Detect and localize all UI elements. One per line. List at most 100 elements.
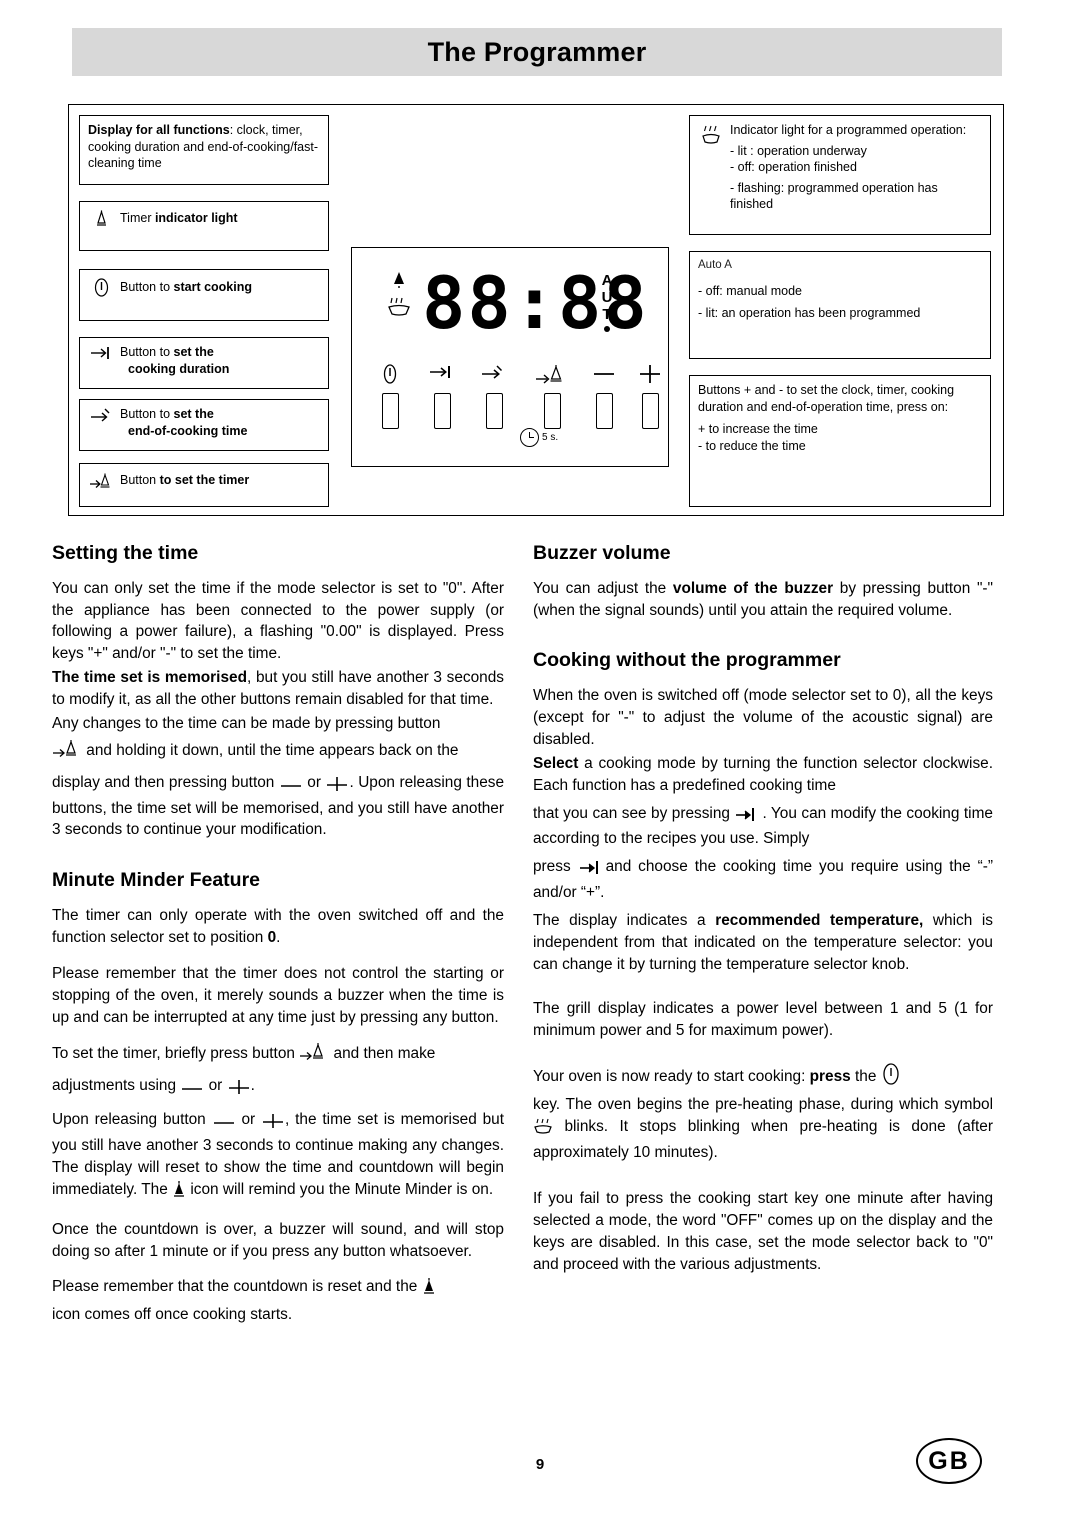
para-7a: Upon releasing button: [52, 1111, 206, 1129]
para-cook-3: that you can see by pressing . You can m…: [533, 803, 993, 851]
callout-endcook-pre: Button to: [120, 407, 174, 421]
para-c2-rest: a cooking mode by turning the function s…: [533, 754, 993, 794]
minus-icon: [279, 776, 303, 798]
callout-duration-bold2: cooking duration: [128, 361, 230, 376]
para-cook-7: Your oven is now ready to start cooking:…: [533, 1063, 993, 1092]
callout-auto-a: Auto A - off: manual mode - lit: an oper…: [689, 251, 991, 359]
plus-icon: [630, 364, 670, 390]
para-c2-bold: Select: [533, 754, 579, 772]
heading-cooking-without-programmer: Cooking without the programmer: [533, 649, 841, 672]
timer-bell-icon: [532, 364, 572, 390]
callout-endcook-bold2: end-of-cooking time: [128, 423, 248, 438]
minus-icon: [584, 364, 624, 390]
para-cook-5: The display indicates a recommended temp…: [533, 910, 993, 976]
timer-bell-icon: [299, 1042, 329, 1069]
callout-pm-line2: + to increase the time: [698, 422, 818, 436]
para-minder-8: icon comes off once cooking starts.: [52, 1306, 293, 1324]
cooking-duration-key[interactable]: [422, 364, 462, 429]
para-6b: and then make: [333, 1045, 436, 1063]
callout-end-of-cooking: Button to set the end-of-cooking time: [79, 399, 329, 451]
para-minder-5: Upon releasing button or , the time set …: [52, 1109, 504, 1205]
duration-icon: [88, 344, 114, 360]
callout-indicator-light: Indicator light for a programmed operati…: [689, 115, 991, 235]
callout-start-pre: Button to: [120, 280, 174, 294]
lcd-left-symbols: [384, 270, 414, 323]
para-cook-6: The grill display indicates a power leve…: [533, 999, 993, 1039]
para-cook-2: Select a cooking mode by turning the fun…: [533, 753, 993, 797]
end-of-cooking-icon: [88, 406, 114, 422]
para-c7e: blinks. It stops blinking when pre-heati…: [533, 1118, 993, 1161]
para-cook-8: key. The oven begins the pre-heating pha…: [533, 1094, 993, 1164]
para-c3a: that you can see by pressing: [533, 804, 730, 822]
callout-pm-line3: - to reduce the time: [698, 438, 806, 453]
para-6c: adjustments using: [52, 1077, 177, 1095]
callout-display-bold: Display for all functions: [88, 123, 230, 137]
para-c7d: key. The oven begins the pre-heating pha…: [533, 1096, 993, 1114]
timer-key[interactable]: [532, 364, 572, 429]
para-c7c: the: [850, 1068, 877, 1086]
page-title: The Programmer: [427, 36, 647, 67]
para-6a: To set the timer, briefly press button: [52, 1045, 295, 1063]
callout-start-cooking: Button to start cooking: [79, 269, 329, 321]
region-badge: GB: [916, 1438, 982, 1484]
para-minder-7: Please remember that the countdown is re…: [52, 1276, 504, 1302]
para-setting-time-3b: and holding it down, until the time appe…: [52, 739, 504, 766]
heading-setting-the-time: Setting the time: [52, 542, 199, 564]
timer-bell-icon: [52, 739, 82, 766]
end-of-cooking-icon: [474, 364, 514, 390]
callout-start-bold: start cooking: [173, 280, 253, 294]
plus-icon: [261, 1112, 285, 1135]
para-7d: icon will remind you the Minute Minder i…: [190, 1180, 494, 1198]
para-7b: or: [241, 1111, 256, 1129]
heading-minute-minder: Minute Minder Feature: [52, 869, 261, 892]
para-minder-2: Please remember that the timer does not …: [52, 964, 504, 1026]
para-minder-4: adjustments using or .: [52, 1075, 504, 1101]
minus-icon: [212, 1113, 236, 1135]
para-c4a: press: [533, 858, 571, 876]
duration-icon: [578, 857, 606, 882]
para-3c-text: display and then pressing button: [52, 773, 275, 791]
para-b1b: volume of the buzzer: [672, 579, 834, 597]
clock-icon: [520, 428, 539, 447]
document-page: The Programmer Display for all functions…: [0, 0, 1080, 1528]
callout-settimer-pre: Button: [120, 473, 160, 487]
para-setting-time-3c: display and then pressing button or . Up…: [52, 772, 504, 842]
bell-icon: [422, 1277, 436, 1302]
end-of-cooking-key[interactable]: [474, 364, 514, 429]
callout-endcook-bold: set the: [173, 407, 214, 421]
para-6d: or: [208, 1077, 223, 1095]
para-4c: .: [276, 928, 281, 946]
plus-key[interactable]: [630, 364, 670, 429]
duration-icon: [734, 804, 762, 829]
para-c7a: Your oven is now ready to start cooking:: [533, 1068, 810, 1086]
page-title-bar: The Programmer: [72, 28, 1002, 76]
para-cook-4: press and choose the cooking time you re…: [533, 856, 993, 904]
programmer-diagram: Display for all functions: clock, timer,…: [68, 104, 1004, 516]
power-icon: [370, 364, 410, 390]
five-second-label: 5 s.: [542, 432, 559, 443]
para-c5a: The display indicates a: [533, 912, 716, 929]
timer-bell-icon: [88, 470, 114, 490]
panel-button-row: [370, 364, 660, 448]
para-9a: Please remember that the countdown is re…: [52, 1278, 418, 1296]
callout-auto-label: Auto A: [698, 259, 732, 271]
callout-indicator-line4: - flashing: programmed operation has fin…: [730, 180, 938, 212]
programmer-panel: 88:88 AUT 5 s.: [351, 247, 669, 467]
callout-timer-light: Timer indicator light: [79, 201, 329, 251]
callout-plus-minus-buttons: Buttons + and - to set the clock, timer,…: [689, 375, 991, 507]
minus-key[interactable]: [584, 364, 624, 429]
plus-icon: [325, 775, 349, 798]
start-cooking-key[interactable]: [370, 364, 410, 429]
para-4b: 0: [267, 928, 277, 946]
right-text-column: Buzzer volume You can adjust the volume …: [533, 540, 993, 1277]
para-setting-time-1: You can only set the time if the mode se…: [52, 579, 504, 663]
callout-display: Display for all functions: clock, timer,…: [79, 115, 329, 185]
pot-heat-icon: [533, 1117, 553, 1142]
para-3b-text: and holding it down, until the time appe…: [86, 741, 459, 759]
minus-icon: [180, 1079, 204, 1101]
callout-timer-pre: Timer: [120, 211, 155, 225]
heading-buzzer-volume: Buzzer volume: [533, 542, 671, 564]
para-c7b: press: [809, 1068, 851, 1086]
para-setting-time-2: The time set is memorised, but you still…: [52, 667, 504, 711]
callout-indicator-line1: Indicator light for a programmed operati…: [730, 123, 967, 137]
